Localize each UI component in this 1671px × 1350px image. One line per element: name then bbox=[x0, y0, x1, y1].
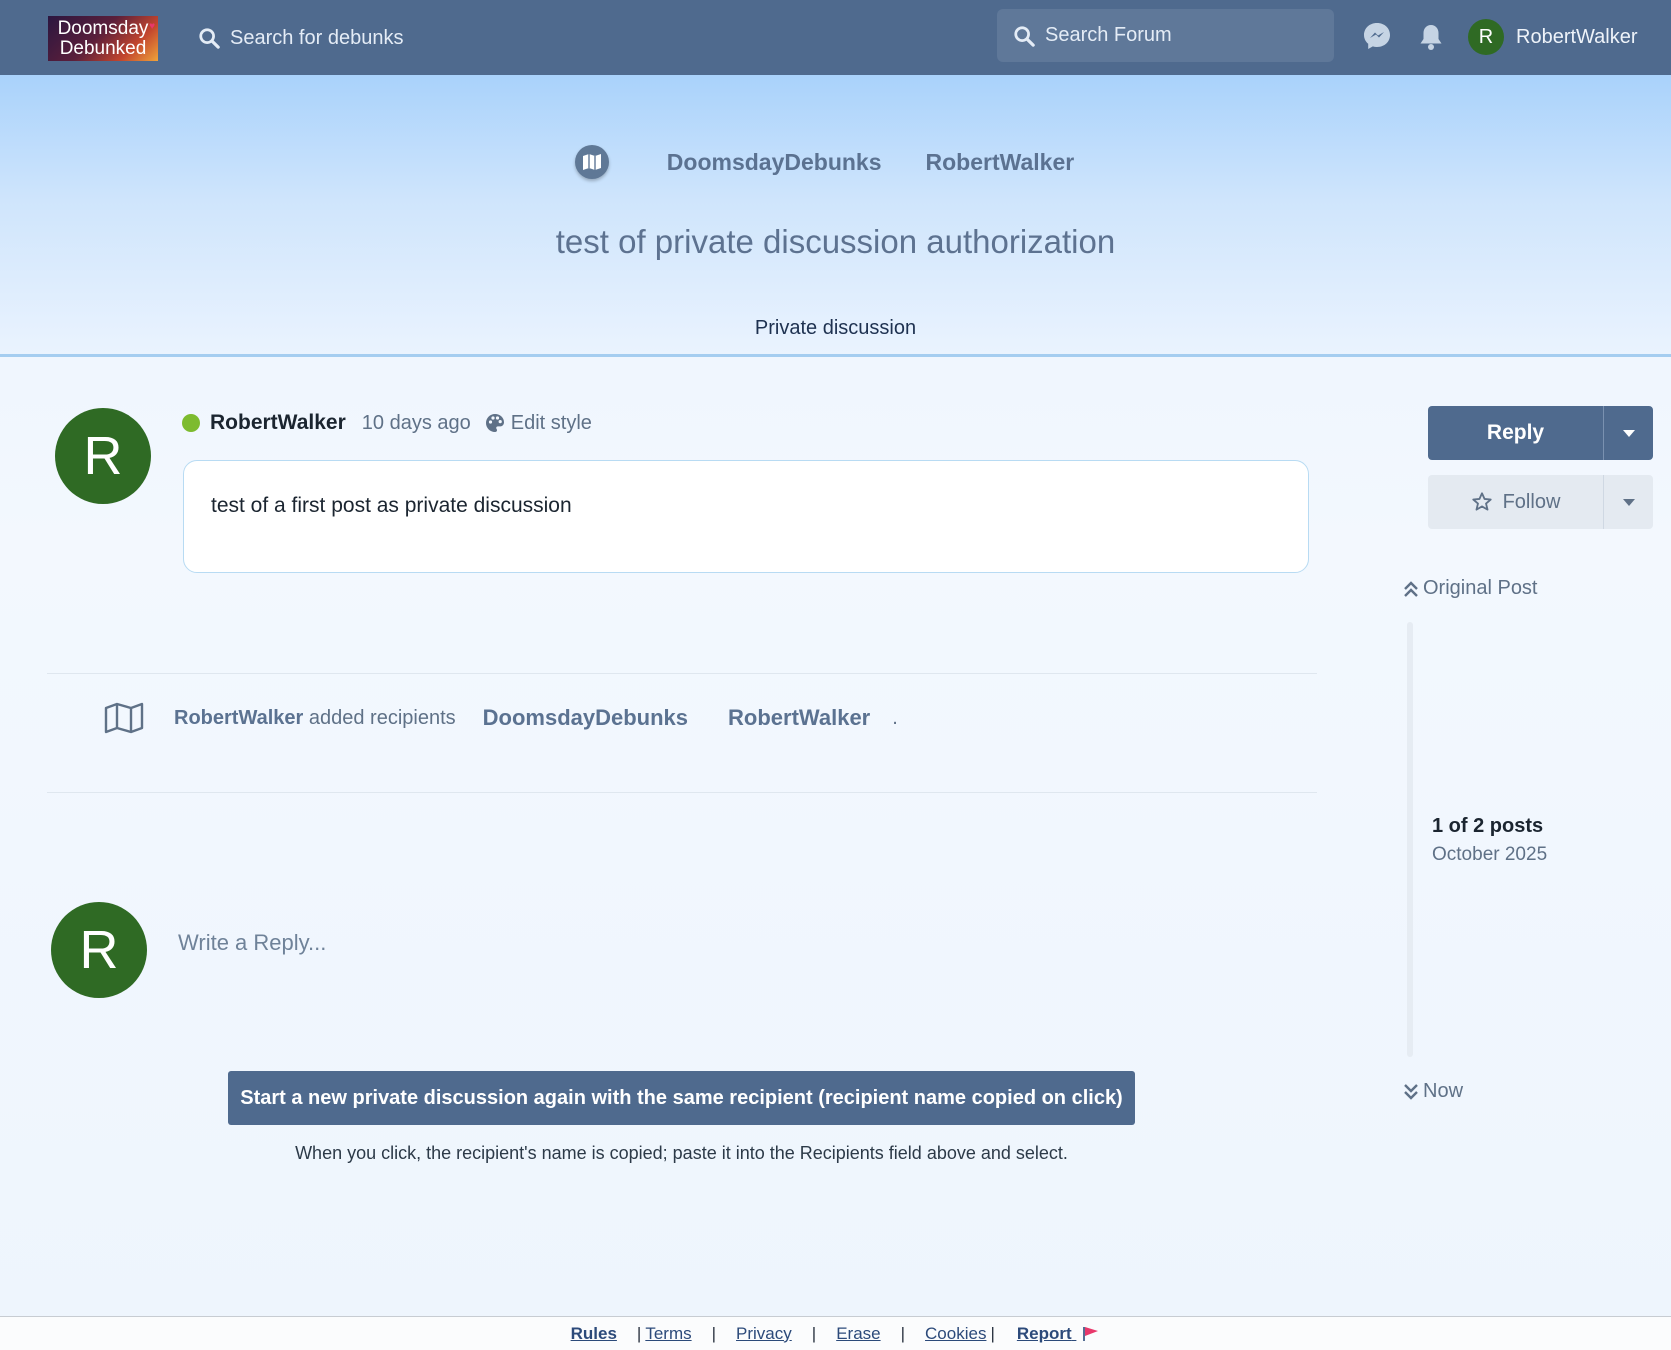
edit-style-button[interactable]: Edit style bbox=[485, 412, 592, 435]
post-author-avatar[interactable]: R bbox=[55, 408, 151, 504]
logo-line-2: Debunked bbox=[59, 38, 147, 59]
now-label: Now bbox=[1423, 1080, 1464, 1102]
footer-terms-link[interactable]: Terms bbox=[645, 1324, 691, 1344]
footer-separator: | bbox=[900, 1323, 906, 1343]
search-icon bbox=[1014, 25, 1035, 47]
recipient-link-robertwalker[interactable]: RobertWalker bbox=[926, 149, 1075, 176]
footer-separator: | bbox=[711, 1323, 717, 1343]
caret-down-icon bbox=[1622, 498, 1635, 506]
bell-icon[interactable] bbox=[1418, 23, 1444, 51]
post-body: test of a first post as private discussi… bbox=[183, 460, 1309, 573]
footer-erase-link[interactable]: Erase bbox=[836, 1324, 880, 1344]
event-action: added recipients bbox=[308, 706, 456, 729]
divider bbox=[47, 792, 1317, 793]
reply-button-group: Reply bbox=[1428, 406, 1653, 460]
footer-cookies-link[interactable]: Cookies bbox=[925, 1324, 986, 1344]
top-bar: ♥ Doomsday Debunked Search for debunks R… bbox=[0, 0, 1671, 75]
post-time[interactable]: 10 days ago bbox=[362, 412, 471, 435]
recipients-added-event: RobertWalker added recipients DoomsdayDe… bbox=[104, 700, 898, 736]
event-recipient-doomsdaydebunks[interactable]: DoomsdayDebunks bbox=[483, 705, 688, 731]
scrubber-post-count: 1 of 2 posts bbox=[1432, 815, 1544, 837]
scrubber-now[interactable]: Now bbox=[1403, 1080, 1463, 1103]
discussion-hero: DoomsdayDebunks RobertWalker test of pri… bbox=[0, 75, 1671, 357]
messenger-icon[interactable] bbox=[1362, 21, 1392, 51]
map-icon bbox=[574, 145, 609, 179]
post-meta: RobertWalker 10 days ago Edit style bbox=[182, 408, 592, 438]
heart-icon: ♥ bbox=[149, 21, 155, 32]
scrubber-track[interactable] bbox=[1407, 622, 1413, 1057]
user-name: RobertWalker bbox=[1516, 25, 1638, 48]
chevron-double-up-icon bbox=[1404, 580, 1418, 597]
user-avatar: R bbox=[1468, 19, 1504, 55]
footer-privacy-link[interactable]: Privacy bbox=[736, 1324, 792, 1344]
write-reply-placeholder[interactable]: Write a Reply... bbox=[178, 930, 326, 956]
map-icon bbox=[104, 702, 144, 734]
post-text: test of a first post as private discussi… bbox=[211, 494, 572, 517]
footer-report-link[interactable]: Report bbox=[1017, 1324, 1101, 1344]
footer: Rules | Terms | Privacy | Erase | Cookie… bbox=[0, 1316, 1671, 1350]
copy-hint-text: When you click, the recipient's name is … bbox=[295, 1143, 1068, 1163]
site-logo[interactable]: ♥ Doomsday Debunked bbox=[48, 16, 158, 61]
recipient-link-doomsdaydebunks[interactable]: DoomsdayDebunks bbox=[667, 149, 882, 176]
follow-button-group: Follow bbox=[1428, 475, 1653, 529]
palette-icon bbox=[485, 414, 504, 432]
recipient-list: DoomsdayDebunks RobertWalker bbox=[0, 145, 1671, 179]
caret-down-icon bbox=[1622, 429, 1635, 437]
event-recipient-robertwalker[interactable]: RobertWalker bbox=[728, 705, 870, 731]
follow-label: Follow bbox=[1502, 490, 1561, 513]
user-menu[interactable]: R RobertWalker bbox=[1468, 19, 1638, 55]
online-status-icon bbox=[182, 414, 200, 432]
scrubber-original-post[interactable]: Original Post bbox=[1403, 577, 1538, 600]
post-author-name[interactable]: RobertWalker bbox=[210, 411, 346, 435]
follow-dropdown-toggle[interactable] bbox=[1603, 475, 1653, 529]
footer-separator: | bbox=[811, 1323, 817, 1343]
new-private-discussion-button[interactable]: Start a new private discussion again wit… bbox=[228, 1071, 1135, 1125]
event-text: RobertWalker added recipients bbox=[174, 707, 456, 730]
flag-icon bbox=[1083, 1327, 1099, 1342]
chevron-double-down-icon bbox=[1404, 1083, 1418, 1100]
reply-dropdown-toggle[interactable] bbox=[1603, 406, 1653, 460]
edit-style-label: Edit style bbox=[510, 411, 592, 434]
discussion-title: test of private discussion authorization bbox=[555, 223, 1116, 260]
event-user-link[interactable]: RobertWalker bbox=[174, 707, 303, 729]
search-forum-input[interactable] bbox=[1045, 24, 1315, 47]
search-debunks-label: Search for debunks bbox=[230, 26, 404, 49]
footer-rules-link[interactable]: Rules bbox=[571, 1324, 617, 1344]
search-forum-box[interactable] bbox=[997, 9, 1334, 62]
original-post-label: Original Post bbox=[1423, 577, 1538, 599]
scrubber-date: October 2025 bbox=[1432, 844, 1548, 865]
divider bbox=[47, 673, 1317, 674]
event-period: . bbox=[892, 706, 898, 729]
search-icon bbox=[199, 28, 220, 49]
star-icon bbox=[1471, 492, 1492, 511]
search-debunks-link[interactable]: Search for debunks bbox=[198, 24, 403, 52]
footer-separator: | bbox=[636, 1323, 642, 1343]
discussion-type-label: Private discussion bbox=[754, 317, 917, 339]
report-label: Report bbox=[1016, 1323, 1072, 1343]
follow-button[interactable]: Follow bbox=[1428, 475, 1603, 529]
composer-avatar: R bbox=[51, 902, 147, 998]
logo-line-1: Doomsday bbox=[57, 18, 149, 39]
footer-separator: | bbox=[990, 1323, 995, 1343]
reply-button[interactable]: Reply bbox=[1428, 406, 1603, 460]
